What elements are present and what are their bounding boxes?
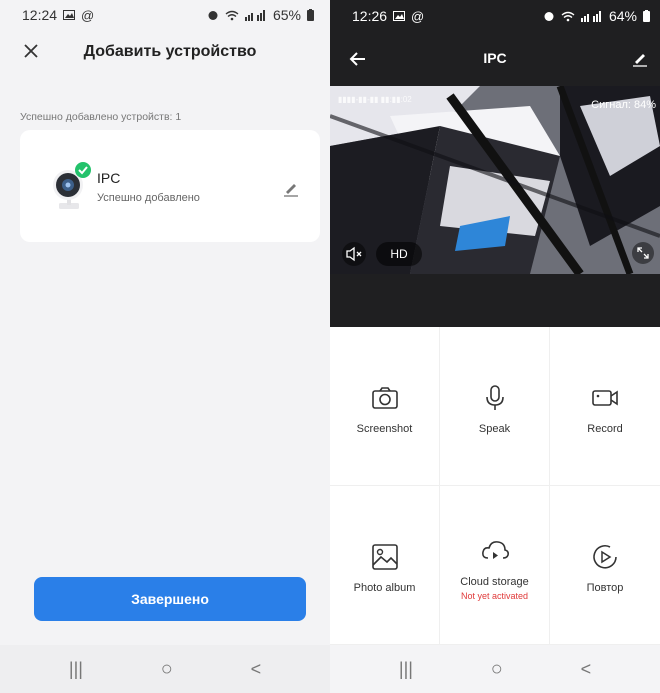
- status-bar: 12:24 @ 65%: [0, 0, 330, 30]
- page-title: IPC: [483, 50, 507, 66]
- pencil-icon: [284, 184, 298, 197]
- gallery-notification-icon: [63, 10, 76, 20]
- gallery-notification-icon: [393, 11, 406, 21]
- screenshot-button[interactable]: Screenshot: [330, 327, 440, 486]
- action-label: Speak: [478, 423, 511, 435]
- cloud-status-text: Not yet activated: [460, 590, 529, 601]
- header: Добавить устройство: [0, 30, 330, 74]
- wifi-icon: [225, 10, 239, 20]
- home-button[interactable]: ○: [491, 658, 503, 681]
- done-button[interactable]: Завершено: [34, 577, 306, 621]
- at-notification-icon: @: [81, 7, 95, 23]
- header: IPC: [330, 32, 660, 86]
- alarm-icon: [544, 12, 554, 21]
- added-count-text: Успешно добавлено устройств: 1: [20, 111, 182, 123]
- status-time: 12:24: [22, 7, 58, 23]
- video-controls-bar: [330, 274, 660, 327]
- video-record-icon: [592, 390, 618, 406]
- action-label: Screenshot: [356, 423, 413, 435]
- speaker-mute-icon: [342, 242, 366, 266]
- status-time: 12:26: [352, 8, 388, 24]
- at-notification-icon: @: [411, 8, 425, 24]
- record-button[interactable]: Record: [550, 327, 660, 486]
- cloud-storage-button[interactable]: Cloud storage Not yet activated: [440, 486, 550, 645]
- pencil-icon: [633, 54, 647, 67]
- camera-icon: [371, 387, 398, 409]
- back-button[interactable]: <: [251, 659, 262, 680]
- image-icon: [371, 544, 398, 570]
- action-label: Record: [587, 423, 623, 435]
- signal-icon: [580, 10, 601, 22]
- camera-device-icon: [46, 161, 94, 213]
- playback-button[interactable]: Повтор: [550, 486, 660, 645]
- playback-icon: [593, 545, 617, 569]
- alarm-icon: [208, 11, 218, 20]
- battery-icon: [307, 9, 314, 21]
- recent-apps-button[interactable]: |||: [69, 659, 83, 680]
- signal-icon: [244, 9, 265, 21]
- wifi-icon: [561, 11, 575, 21]
- edit-device-button[interactable]: [281, 178, 301, 198]
- hd-quality-button[interactable]: HD: [376, 242, 422, 266]
- recent-apps-button[interactable]: |||: [399, 659, 413, 680]
- nav-bar: ||| ○ <: [0, 645, 330, 693]
- back-button[interactable]: <: [581, 659, 592, 680]
- action-label: Photo album: [353, 582, 416, 594]
- camera-screen: 12:26 @ 64% IPC ▮▮▮▮-▮▮-▮▮ ▮▮:▮▮:02 Сигн…: [330, 0, 660, 693]
- action-label: Повтор: [586, 582, 624, 594]
- fullscreen-button[interactable]: [632, 242, 654, 264]
- home-button[interactable]: ○: [161, 658, 173, 681]
- fullscreen-icon: [632, 242, 654, 264]
- device-status: Успешно добавлено: [97, 192, 200, 204]
- mute-button[interactable]: [340, 242, 368, 266]
- battery-percent: 64%: [608, 8, 637, 24]
- status-bar: 12:26 @ 64%: [330, 0, 660, 32]
- camera-live-view[interactable]: ▮▮▮▮-▮▮-▮▮ ▮▮:▮▮:02 Сигнал: 84% HD: [330, 86, 660, 274]
- add-device-screen: 12:24 @ 65% Добавить устройство Успешно …: [0, 0, 330, 693]
- action-grid: Screenshot Speak Record Photo album Clou…: [330, 327, 660, 645]
- battery-percent: 65%: [272, 7, 301, 23]
- signal-strength: Сигнал: 84%: [591, 99, 656, 111]
- device-card[interactable]: IPC Успешно добавлено: [20, 130, 320, 242]
- battery-icon: [643, 10, 650, 22]
- page-title: Добавить устройство: [83, 43, 257, 60]
- cloud-play-icon: [481, 540, 509, 559]
- photo-album-button[interactable]: Photo album: [330, 486, 440, 645]
- action-label: Cloud storage: [460, 575, 529, 588]
- device-name: IPC: [97, 170, 121, 186]
- edit-button[interactable]: [630, 48, 650, 68]
- nav-bar: ||| ○ <: [330, 645, 660, 693]
- microphone-icon: [485, 385, 504, 410]
- speak-button[interactable]: Speak: [440, 327, 550, 486]
- timestamp-overlay: ▮▮▮▮-▮▮-▮▮ ▮▮:▮▮:02: [338, 95, 412, 104]
